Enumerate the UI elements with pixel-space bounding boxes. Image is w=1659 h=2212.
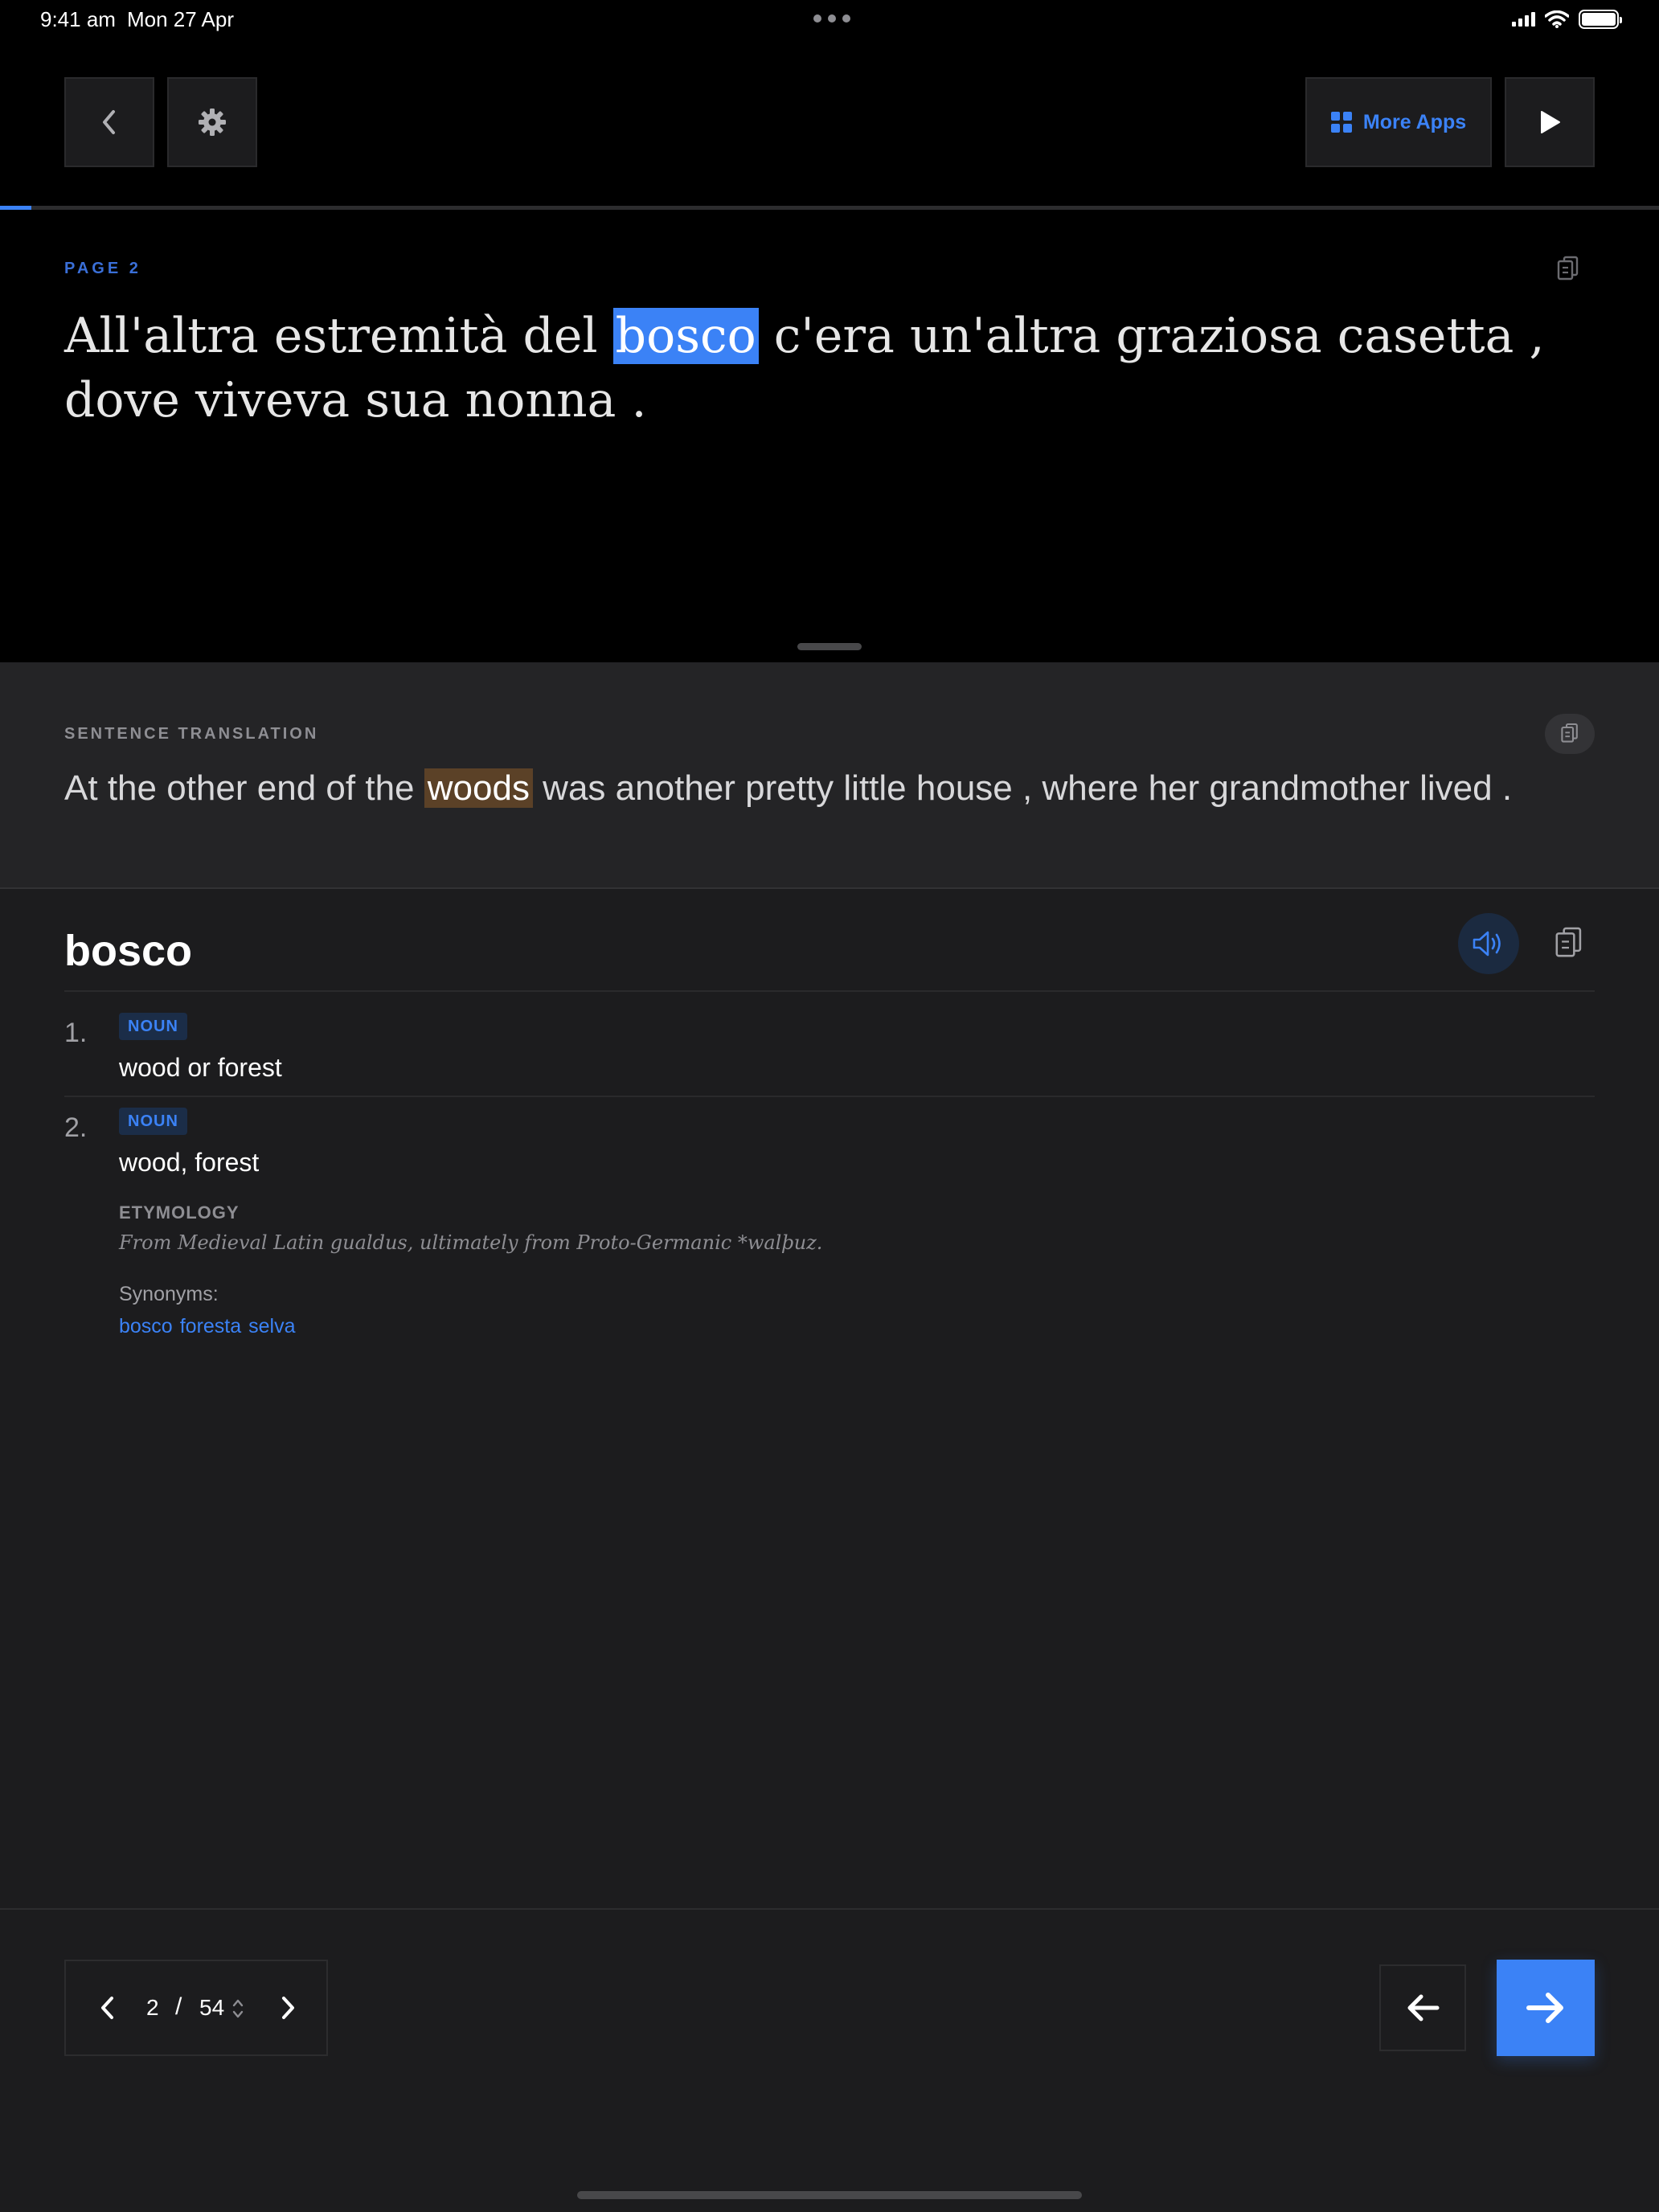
- dictionary-word: bosco: [64, 927, 193, 975]
- synonym-link[interactable]: selva: [248, 1315, 295, 1338]
- word[interactable]: estremità: [274, 308, 508, 364]
- play-icon: [1541, 111, 1560, 133]
- word[interactable]: viveva: [195, 372, 350, 428]
- punctuation: .: [631, 372, 647, 428]
- word[interactable]: little: [843, 768, 906, 808]
- copy-icon: [1561, 723, 1578, 743]
- copy-icon: [1555, 927, 1582, 957]
- word[interactable]: of: [326, 768, 355, 808]
- play-button[interactable]: [1505, 77, 1595, 167]
- page-label: PAGE 2: [64, 260, 141, 277]
- punctuation: .: [1501, 768, 1513, 808]
- chevron-left-icon: [103, 110, 115, 134]
- speaker-icon: [1473, 931, 1501, 956]
- status-date: Mon 27 Apr: [127, 7, 234, 31]
- home-indicator: [577, 2191, 1082, 2199]
- status-time: 9:41 am: [40, 7, 116, 31]
- next-page-button[interactable]: [272, 1990, 304, 2026]
- word[interactable]: lived: [1419, 768, 1493, 808]
- synonym-link[interactable]: bosco: [119, 1315, 173, 1338]
- cellular-signal-icon: [1512, 12, 1535, 27]
- source-sentence: All'altra estremità del bosco c'era un'a…: [64, 304, 1608, 432]
- chevron-right-icon: [282, 1997, 294, 2019]
- dictionary-panel: bosco 1. NOUN wood or forest 2. NOUN woo…: [0, 891, 1659, 1908]
- reader-panel: 9:41 am Mon 27 Apr More Apps PAGE 2 All'…: [0, 0, 1659, 662]
- etymology-text: From Medieval Latin gualdus, ultimately …: [119, 1231, 823, 1254]
- word[interactable]: another: [616, 768, 735, 808]
- translation-copy-button[interactable]: [1545, 714, 1595, 754]
- arrow-left-icon: [1407, 1994, 1440, 2022]
- word[interactable]: sua: [365, 372, 449, 428]
- previous-sentence-button[interactable]: [1379, 1964, 1466, 2051]
- copy-icon[interactable]: [1556, 256, 1580, 283]
- status-indicators: [1512, 10, 1622, 29]
- battery-level: [1582, 13, 1616, 26]
- more-apps-button[interactable]: More Apps: [1305, 77, 1492, 167]
- definition-number: 1.: [64, 1018, 88, 1048]
- pronounce-button[interactable]: [1458, 913, 1519, 974]
- part-of-speech-badge: NOUN: [119, 1108, 187, 1135]
- status-bar: 9:41 am Mon 27 Apr: [0, 0, 1659, 40]
- word[interactable]: nonna: [465, 372, 616, 428]
- word[interactable]: grandmother: [1209, 768, 1409, 808]
- translation-sentence: At the other end of the woods was anothe…: [64, 765, 1608, 812]
- word[interactable]: dove: [64, 372, 180, 428]
- page-selector: 2 / 54: [64, 1960, 328, 2056]
- word[interactable]: casetta: [1337, 308, 1514, 364]
- previous-page-button[interactable]: [92, 1990, 124, 2026]
- dictionary-copy-button[interactable]: [1545, 913, 1593, 974]
- word[interactable]: c'era: [774, 308, 895, 364]
- word[interactable]: end: [257, 768, 316, 808]
- battery-icon: [1579, 10, 1622, 29]
- current-page[interactable]: 2: [146, 1995, 159, 2021]
- word[interactable]: un'altra: [910, 308, 1100, 364]
- word[interactable]: where: [1042, 768, 1138, 808]
- word[interactable]: the: [365, 768, 414, 808]
- punctuation: ,: [1022, 768, 1033, 808]
- etymology-label: ETYMOLOGY: [119, 1202, 240, 1223]
- word[interactable]: her: [1149, 768, 1200, 808]
- settings-button[interactable]: [167, 77, 257, 167]
- back-button[interactable]: [64, 77, 154, 167]
- word[interactable]: del: [522, 308, 597, 364]
- divider: [64, 1096, 1595, 1097]
- word[interactable]: was: [543, 768, 605, 808]
- next-sentence-button[interactable]: [1497, 1960, 1595, 2056]
- word[interactable]: graziosa: [1116, 308, 1321, 364]
- arrow-right-icon: [1526, 1993, 1563, 2023]
- gear-icon: [199, 109, 226, 136]
- definition-number: 2.: [64, 1112, 88, 1143]
- word[interactable]: All'altra: [64, 308, 259, 364]
- word[interactable]: pretty: [745, 768, 834, 808]
- total-pages: 54: [199, 1995, 225, 2020]
- synonym-link[interactable]: foresta: [180, 1315, 241, 1338]
- word[interactable]: house: [916, 768, 1013, 808]
- chevron-up-down-icon[interactable]: [231, 1997, 244, 2021]
- wifi-icon: [1545, 10, 1569, 28]
- part-of-speech-badge: NOUN: [119, 1013, 187, 1040]
- divider: [64, 990, 1595, 992]
- synonyms-label: Synonyms:: [119, 1283, 219, 1305]
- word[interactable]: At: [64, 768, 98, 808]
- more-apps-label: More Apps: [1362, 110, 1467, 133]
- synonyms-list: bosco foresta selva: [119, 1315, 296, 1338]
- drag-handle[interactable]: [797, 643, 862, 650]
- word[interactable]: other: [166, 768, 247, 808]
- ellipsis-icon[interactable]: [813, 14, 850, 23]
- definition-text: wood, forest: [119, 1148, 260, 1177]
- word[interactable]: the: [108, 768, 157, 808]
- grid-icon: [1330, 112, 1352, 133]
- punctuation: ,: [1529, 308, 1545, 364]
- translation-label: SENTENCE TRANSLATION: [64, 725, 319, 743]
- reading-progress-fill: [0, 206, 32, 210]
- reading-progress-bar: [0, 206, 1659, 210]
- highlighted-word[interactable]: bosco: [612, 308, 759, 364]
- definition-text: wood or forest: [119, 1053, 282, 1082]
- page-separator: /: [175, 1993, 182, 2020]
- bottom-navigation: 2 / 54: [0, 1908, 1659, 2212]
- highlighted-word[interactable]: woods: [424, 768, 533, 808]
- translation-panel: SENTENCE TRANSLATION At the other end of…: [0, 662, 1659, 1553]
- chevron-left-icon: [101, 1997, 113, 2019]
